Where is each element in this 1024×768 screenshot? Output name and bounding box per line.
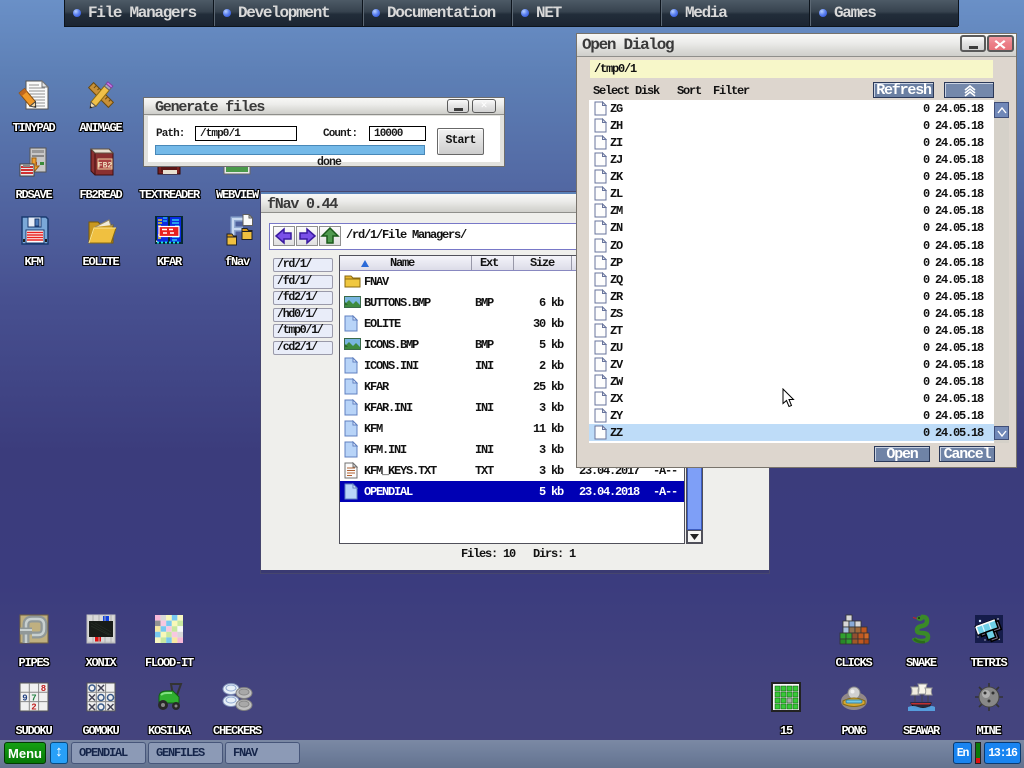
svg-text:2: 2 (31, 703, 36, 713)
svg-text:8: 8 (40, 684, 45, 694)
svg-text:FB2: FB2 (97, 162, 112, 171)
svg-text:9: 9 (22, 693, 27, 703)
